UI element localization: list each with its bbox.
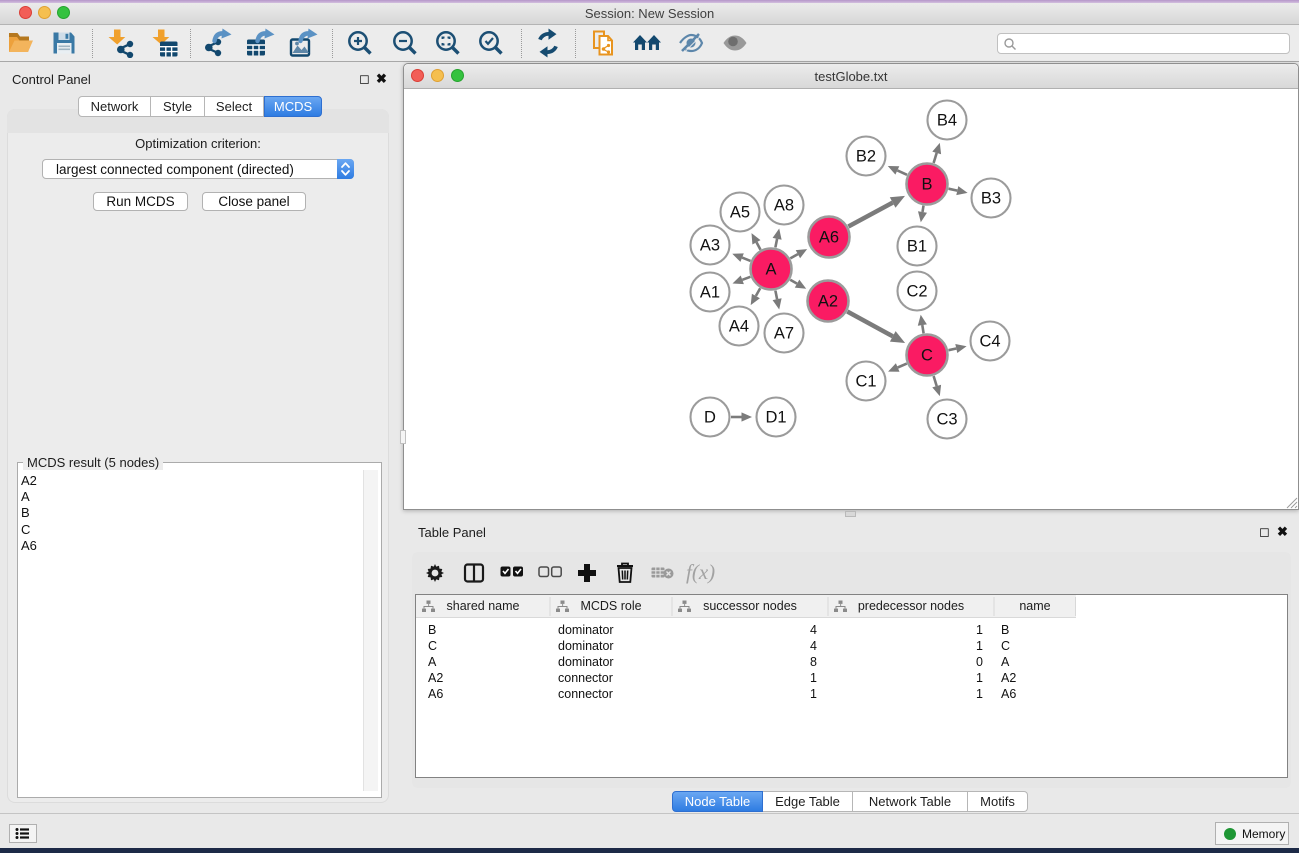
svg-text:C4: C4: [979, 333, 1000, 351]
svg-text:B1: B1: [907, 238, 927, 256]
svg-text:C2: C2: [906, 283, 927, 301]
svg-text:A4: A4: [729, 318, 749, 336]
svg-text:A8: A8: [774, 197, 794, 215]
svg-text:B: B: [921, 176, 932, 194]
svg-text:C1: C1: [855, 373, 876, 391]
svg-text:A7: A7: [774, 325, 794, 343]
svg-text:A6: A6: [819, 229, 839, 247]
svg-text:B2: B2: [856, 148, 876, 166]
svg-text:D: D: [704, 409, 716, 427]
svg-text:D1: D1: [765, 409, 786, 427]
svg-text:B3: B3: [981, 190, 1001, 208]
svg-text:C3: C3: [936, 411, 957, 429]
svg-text:B4: B4: [937, 112, 957, 130]
svg-text:A5: A5: [730, 204, 750, 222]
svg-text:A1: A1: [700, 284, 720, 302]
svg-text:A3: A3: [700, 237, 720, 255]
svg-text:A: A: [765, 261, 776, 279]
svg-text:C: C: [921, 347, 933, 365]
svg-text:A2: A2: [818, 293, 838, 311]
